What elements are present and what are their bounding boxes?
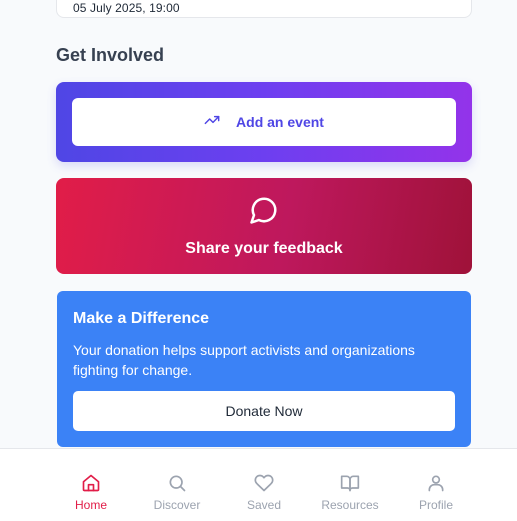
nav-item-saved[interactable]: Saved xyxy=(221,473,307,512)
nav-label-saved: Saved xyxy=(246,498,282,512)
donate-now-button[interactable]: Donate Now xyxy=(73,391,455,431)
event-card[interactable]: 05 July 2025, 19:00 xyxy=(56,0,472,18)
nav-item-profile[interactable]: Profile xyxy=(393,473,479,512)
search-icon xyxy=(167,473,187,493)
donate-card: Make a Difference Your donation helps su… xyxy=(57,291,471,447)
book-icon xyxy=(340,473,360,493)
add-event-label: Add an event xyxy=(236,114,324,130)
home-icon xyxy=(81,473,101,493)
section-title: Get Involved xyxy=(56,45,165,65)
nav-item-discover[interactable]: Discover xyxy=(134,473,220,512)
heart-icon xyxy=(254,473,274,493)
nav-label-resources: Resources xyxy=(321,498,379,512)
share-feedback-button[interactable]: Share your feedback xyxy=(56,178,472,274)
nav-label-home: Home xyxy=(74,498,107,512)
page: 05 July 2025, 19:00 Get Involved Add an … xyxy=(0,0,517,521)
trending-up-icon xyxy=(204,112,220,133)
donate-title: Make a Difference xyxy=(73,310,210,327)
nav-label-discover: Discover xyxy=(153,498,201,512)
nav-item-home[interactable]: Home xyxy=(48,473,134,512)
add-event-button[interactable]: Add an event xyxy=(72,98,456,146)
nav-item-resources[interactable]: Resources xyxy=(307,473,393,512)
add-event-panel: Add an event xyxy=(56,82,472,162)
nav-label-profile: Profile xyxy=(418,498,453,512)
bottom-nav: Home Discover Saved Resources Profile xyxy=(0,448,517,521)
user-icon xyxy=(426,473,446,493)
message-circle-icon xyxy=(249,195,279,230)
donate-description: Your donation helps support activists an… xyxy=(73,342,415,378)
event-date: 05 July 2025, 19:00 xyxy=(73,1,180,15)
feedback-label: Share your feedback xyxy=(185,239,343,257)
